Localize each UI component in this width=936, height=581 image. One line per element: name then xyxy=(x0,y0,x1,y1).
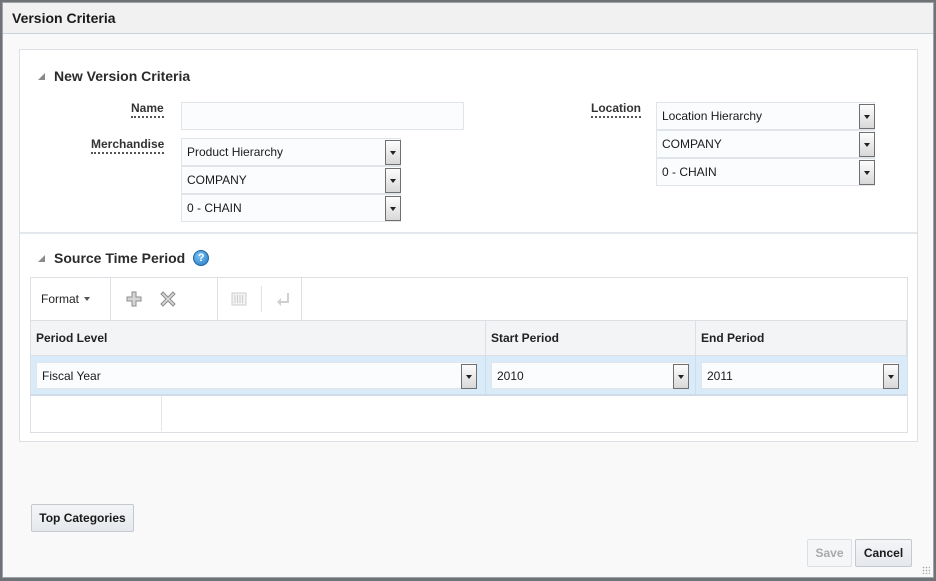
chevron-down-icon xyxy=(864,170,870,175)
time-period-table: Format Period Level Start Period End Per… xyxy=(30,277,908,433)
dropdown-button[interactable] xyxy=(673,364,689,389)
chevron-down-icon xyxy=(390,150,396,155)
version-criteria-dialog: Version Criteria New Version Criteria Na… xyxy=(2,2,934,578)
chevron-down-icon xyxy=(390,206,396,211)
name-label: Name xyxy=(131,102,164,118)
caret-down-icon xyxy=(84,297,91,301)
dropdown-button[interactable] xyxy=(859,132,875,157)
dropdown-button[interactable] xyxy=(385,168,401,193)
dropdown-button[interactable] xyxy=(859,160,875,185)
collapse-triangle-icon[interactable] xyxy=(38,254,45,262)
delete-icon[interactable] xyxy=(159,290,177,308)
resize-grip-icon[interactable] xyxy=(922,566,930,574)
footer-cell xyxy=(31,396,162,431)
end-period-cell: 2011 xyxy=(696,356,907,394)
section-title: Source Time Period xyxy=(54,250,186,266)
location-hierarchy-select[interactable]: Location Hierarchy xyxy=(656,102,875,130)
column-header-end-period[interactable]: End Period xyxy=(696,321,907,355)
location-level-select[interactable]: COMPANY xyxy=(656,130,875,158)
add-icon[interactable] xyxy=(125,290,143,308)
merchandise-member-select[interactable]: 0 - CHAIN xyxy=(181,194,401,222)
start-period-select[interactable]: 2010 xyxy=(491,362,689,389)
location-member-select[interactable]: 0 - CHAIN xyxy=(656,158,875,186)
new-version-criteria-header[interactable]: New Version Criteria xyxy=(38,68,190,84)
period-level-select[interactable]: Fiscal Year xyxy=(36,362,477,389)
columns-icon[interactable] xyxy=(231,290,248,308)
section-divider xyxy=(20,232,917,234)
view-group xyxy=(218,278,302,320)
table-footer xyxy=(31,396,907,431)
table-header: Period Level Start Period End Period xyxy=(31,321,907,356)
help-icon[interactable]: ? xyxy=(193,250,210,266)
enter-icon[interactable] xyxy=(274,290,291,308)
table-toolbar: Format xyxy=(31,278,907,321)
top-categories-button[interactable]: Top Categories xyxy=(31,504,134,532)
column-header-start-period[interactable]: Start Period xyxy=(486,321,696,355)
merchandise-hierarchy-select[interactable]: Product Hierarchy xyxy=(181,138,401,166)
save-button[interactable]: Save xyxy=(807,539,852,567)
name-input[interactable] xyxy=(181,102,464,130)
chevron-down-icon xyxy=(864,114,870,119)
dropdown-button[interactable] xyxy=(385,140,401,165)
location-label: Location xyxy=(591,102,641,118)
edit-group xyxy=(111,278,218,320)
criteria-panel: New Version Criteria Name Merchandise Pr… xyxy=(19,49,918,442)
source-time-period-header[interactable]: Source Time Period ? xyxy=(38,250,210,266)
toolbar-separator xyxy=(260,286,262,312)
collapse-triangle-icon[interactable] xyxy=(38,72,45,80)
start-period-cell: 2010 xyxy=(486,356,696,394)
cancel-button[interactable]: Cancel xyxy=(855,539,912,567)
chevron-down-icon xyxy=(390,178,396,183)
chevron-down-icon xyxy=(888,374,894,379)
dropdown-button[interactable] xyxy=(385,196,401,221)
dialog-titlebar[interactable]: Version Criteria xyxy=(3,3,933,34)
section-title: New Version Criteria xyxy=(54,68,191,84)
format-menu[interactable]: Format xyxy=(31,278,111,320)
dropdown-button[interactable] xyxy=(883,364,899,389)
dialog-title: Version Criteria xyxy=(12,10,116,26)
end-period-select[interactable]: 2011 xyxy=(701,362,899,389)
chevron-down-icon xyxy=(678,374,684,379)
column-header-period-level[interactable]: Period Level xyxy=(31,321,486,355)
merchandise-label: Merchandise xyxy=(91,138,165,154)
table-row[interactable]: Fiscal Year 2010 2011 xyxy=(31,356,907,396)
chevron-down-icon xyxy=(864,142,870,147)
dropdown-button[interactable] xyxy=(461,364,477,389)
dropdown-button[interactable] xyxy=(859,104,875,129)
period-level-cell: Fiscal Year xyxy=(31,356,486,394)
merchandise-level-select[interactable]: COMPANY xyxy=(181,166,401,194)
chevron-down-icon xyxy=(466,374,472,379)
